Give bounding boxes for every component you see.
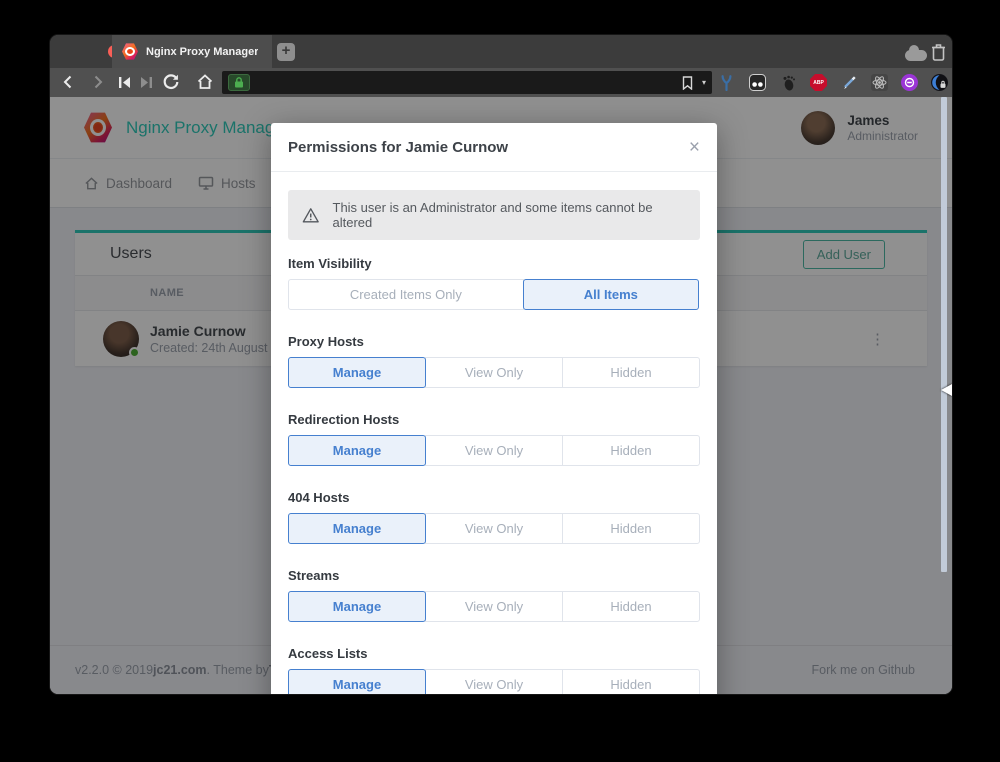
access-lists-label: Access Lists [288,647,700,660]
bookmark-icon[interactable] [682,76,693,90]
npm-favicon [122,43,138,60]
modal-header: Permissions for Jamie Curnow × [271,123,717,172]
mouse-cursor [941,384,952,396]
streams-view-only[interactable]: View Only [425,591,563,622]
sync-cloud-icon[interactable] [905,50,927,61]
privacy-extension-icon[interactable] [931,74,948,91]
item-visibility-group: Created Items Only All Items [288,279,700,310]
reload-icon[interactable] [162,73,180,91]
access-lists-group: Manage View Only Hidden [288,669,700,694]
tab-title: Nginx Proxy Manager [146,46,258,58]
warning-triangle-icon [302,207,320,224]
item-visibility-label: Item Visibility [288,257,700,270]
redirection-hosts-group: Manage View Only Hidden [288,435,700,466]
forward-icon[interactable] [90,74,106,90]
rewind-icon[interactable] [118,76,131,89]
proxy-extension-icon[interactable] [718,74,735,91]
redirection-hosts-label: Redirection Hosts [288,413,700,426]
tab-bar: Nginx Proxy Manager + [50,35,952,68]
admin-alert-text: This user is an Administrator and some i… [333,200,687,230]
streams-hidden[interactable]: Hidden [562,591,700,622]
trash-icon[interactable] [931,43,946,61]
access-lists-view-only[interactable]: View Only [425,669,563,694]
browser-window: Nginx Proxy Manager + [50,35,952,694]
access-lists-hidden[interactable]: Hidden [562,669,700,694]
back-icon[interactable] [60,74,76,90]
redirection-hosts-manage[interactable]: Manage [288,435,426,466]
mask-extension-icon[interactable] [749,74,766,91]
proxy-hosts-hidden[interactable]: Hidden [562,357,700,388]
proxy-hosts-view-only[interactable]: View Only [425,357,563,388]
close-icon[interactable]: × [689,138,700,157]
admin-alert: This user is an Administrator and some i… [288,190,700,240]
404-hosts-label: 404 Hosts [288,491,700,504]
gnome-foot-extension-icon[interactable] [780,74,797,91]
browser-tab[interactable]: Nginx Proxy Manager [112,35,272,68]
pen-extension-icon[interactable] [841,74,858,91]
404-hosts-manage[interactable]: Manage [288,513,426,544]
proxy-hosts-label: Proxy Hosts [288,335,700,348]
browser-toolbar: ▾ ABP [50,68,952,97]
secure-lock-icon[interactable] [228,74,250,91]
purple-extension-icon[interactable] [901,74,918,91]
bookmark-caret-icon[interactable]: ▾ [702,78,706,87]
permissions-modal: Permissions for Jamie Curnow × This user… [271,123,717,694]
option-all-items[interactable]: All Items [523,279,699,310]
fast-forward-icon[interactable] [140,76,153,89]
adblock-plus-icon[interactable]: ABP [810,74,827,91]
404-hosts-group: Manage View Only Hidden [288,513,700,544]
access-lists-manage[interactable]: Manage [288,669,426,694]
address-bar[interactable]: ▾ [222,71,712,94]
page-content: Nginx Proxy Manager James Administrator … [50,97,952,694]
404-hosts-view-only[interactable]: View Only [425,513,563,544]
404-hosts-hidden[interactable]: Hidden [562,513,700,544]
new-tab-button[interactable]: + [277,43,295,61]
scrollbar-thumb[interactable] [941,97,947,572]
streams-group: Manage View Only Hidden [288,591,700,622]
atom-extension-icon[interactable] [871,74,888,91]
streams-label: Streams [288,569,700,582]
proxy-hosts-group: Manage View Only Hidden [288,357,700,388]
home-icon[interactable] [196,73,214,91]
modal-title: Permissions for Jamie Curnow [288,139,508,156]
redirection-hosts-hidden[interactable]: Hidden [562,435,700,466]
modal-body: This user is an Administrator and some i… [271,172,717,694]
proxy-hosts-manage[interactable]: Manage [288,357,426,388]
redirection-hosts-view-only[interactable]: View Only [425,435,563,466]
streams-manage[interactable]: Manage [288,591,426,622]
option-created-items-only[interactable]: Created Items Only [288,279,524,310]
